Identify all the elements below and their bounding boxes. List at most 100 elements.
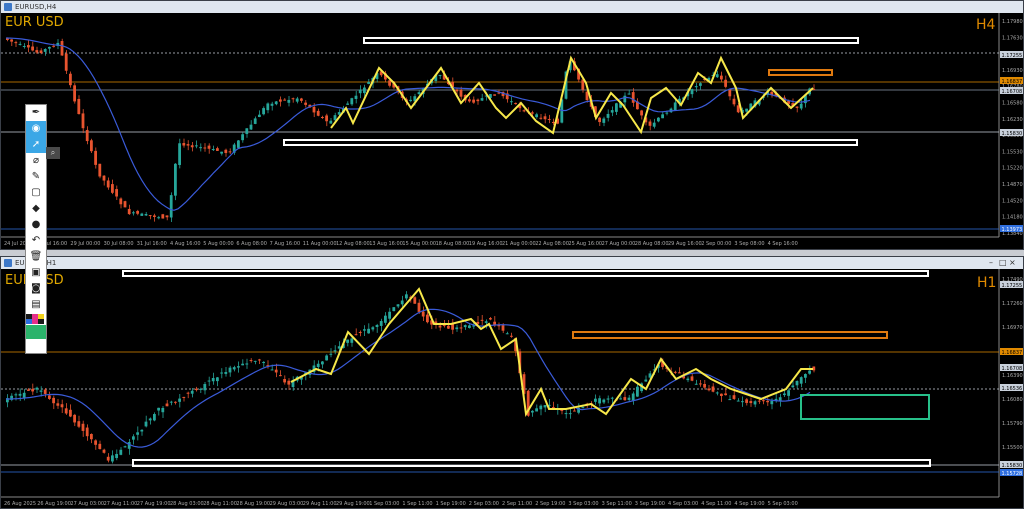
- candle-body: [346, 339, 349, 343]
- h4-price-chart[interactable]: 1.179801.176301.172801.169301.167801.165…: [1, 13, 1023, 249]
- dot-icon[interactable]: ●: [26, 217, 46, 233]
- candle-body: [148, 215, 152, 217]
- candle-body: [94, 150, 97, 165]
- candle-body: [132, 212, 135, 214]
- trash-icon[interactable]: 🗑: [26, 249, 46, 265]
- undo-icon[interactable]: ↶: [26, 233, 46, 249]
- magnifier-icon[interactable]: ⌕: [46, 147, 60, 159]
- candle-body: [778, 397, 782, 401]
- maximize-icon[interactable]: □: [999, 257, 1009, 269]
- price-marker-label: 1.15728: [1002, 471, 1023, 477]
- ruler-icon[interactable]: ✎: [26, 169, 46, 185]
- candle-body: [535, 114, 538, 118]
- clipboard-icon[interactable]: ▤: [26, 297, 46, 313]
- cursor-icon[interactable]: ➚: [26, 137, 46, 153]
- candle-body: [140, 429, 144, 432]
- candle-body: [640, 110, 643, 116]
- candle-body: [396, 304, 400, 307]
- candle-body: [745, 108, 748, 112]
- candle-body: [119, 198, 123, 205]
- fill-color-swatch[interactable]: [26, 325, 46, 339]
- color-palette[interactable]: [26, 314, 46, 324]
- candle-body: [711, 386, 715, 392]
- window-titlebar[interactable]: EURUSD,H4: [1, 1, 1023, 13]
- moving-average-line: [6, 308, 811, 448]
- candle-body: [237, 140, 240, 148]
- minimize-icon[interactable]: –: [989, 257, 999, 269]
- entry-zone-box: [800, 394, 930, 420]
- candle-body: [665, 112, 669, 114]
- time-tick-label: 15 Aug 00:00: [402, 241, 436, 247]
- candle-body: [186, 392, 190, 394]
- candle-body: [228, 367, 232, 373]
- time-tick-label: 4 Sep 19:00: [734, 501, 764, 507]
- candle-body: [770, 401, 774, 405]
- price-marker-label: 1.15830: [1002, 463, 1023, 469]
- pen-icon[interactable]: ✒: [26, 105, 46, 121]
- candle-body: [539, 117, 543, 119]
- price-tick-label: 1.16930: [1002, 68, 1023, 74]
- candle-body: [48, 46, 51, 49]
- candle-body: [606, 113, 610, 118]
- candle-body: [52, 397, 55, 404]
- candle-body: [480, 319, 484, 321]
- candle-body: [392, 307, 396, 312]
- candle-body: [119, 449, 123, 455]
- candle-body: [279, 99, 282, 102]
- candle-body: [90, 434, 93, 440]
- candle-body: [795, 380, 799, 386]
- candle-body: [262, 362, 265, 364]
- candle-body: [249, 124, 253, 130]
- candle-body: [295, 98, 299, 102]
- candle-body: [631, 92, 635, 103]
- rectangle-icon[interactable]: ▢: [26, 185, 46, 201]
- eraser-icon[interactable]: ◆: [26, 201, 46, 217]
- candle-body: [73, 414, 76, 423]
- price-marker-label: 1.15830: [1002, 131, 1023, 137]
- candle-body: [413, 297, 417, 304]
- candle-body: [203, 147, 207, 149]
- candle-body: [43, 389, 47, 394]
- candle-body: [182, 143, 186, 146]
- candle-body: [673, 102, 677, 111]
- chart-app-icon: [4, 3, 12, 11]
- time-tick-label: 27 Aug 03:00: [70, 501, 104, 507]
- candle-body: [808, 370, 811, 374]
- candle-body: [69, 409, 72, 417]
- candle-body: [333, 115, 337, 121]
- line-icon[interactable]: ⌀: [26, 153, 46, 169]
- candle-body: [190, 145, 194, 148]
- candle-body: [493, 94, 496, 96]
- candle-body: [350, 98, 354, 105]
- drawing-toolbar: ✒ ◉ ➚ ⌀ ✎ ▢ ◆ ● ↶ 🗑 ▣ ◙ ▤: [25, 104, 47, 354]
- camera-icon[interactable]: ◙: [26, 281, 46, 297]
- candle-body: [505, 333, 509, 335]
- candle-body: [514, 103, 517, 105]
- candle-body: [447, 325, 450, 329]
- eye-icon[interactable]: ◉: [26, 121, 46, 137]
- chart-window-h4[interactable]: EURUSD,H4 1.179801.176301.172801.169301.…: [0, 0, 1024, 250]
- candle-body: [636, 386, 639, 397]
- time-tick-label: 1 Sep 11:00: [402, 501, 432, 507]
- price-tick-label: 1.17630: [1002, 35, 1023, 41]
- candle-body: [102, 175, 106, 181]
- close-icon[interactable]: ×: [1009, 257, 1019, 269]
- candle-body: [211, 148, 215, 151]
- candle-body: [312, 106, 316, 113]
- candle-body: [602, 399, 606, 403]
- time-tick-label: 3 Sep 19:00: [635, 501, 665, 507]
- candle-body: [799, 377, 803, 384]
- candle-body: [291, 98, 295, 100]
- screenshot-icon[interactable]: ▣: [26, 265, 46, 281]
- h1-price-chart[interactable]: 1.174901.172601.169701.166801.163901.160…: [1, 269, 1023, 508]
- time-tick-label: 19 Aug 16:00: [469, 241, 503, 247]
- candle-body: [703, 383, 706, 388]
- candle-body: [22, 392, 26, 398]
- candle-body: [56, 403, 60, 406]
- window-titlebar[interactable]: EURUSD,H1 –□×: [1, 257, 1023, 269]
- candle-body: [610, 397, 614, 399]
- candle-body: [245, 363, 249, 365]
- candle-body: [539, 405, 543, 410]
- chart-window-h1[interactable]: EURUSD,H1 –□× 1.174901.172601.169701.166…: [0, 256, 1024, 509]
- candle-body: [94, 440, 97, 445]
